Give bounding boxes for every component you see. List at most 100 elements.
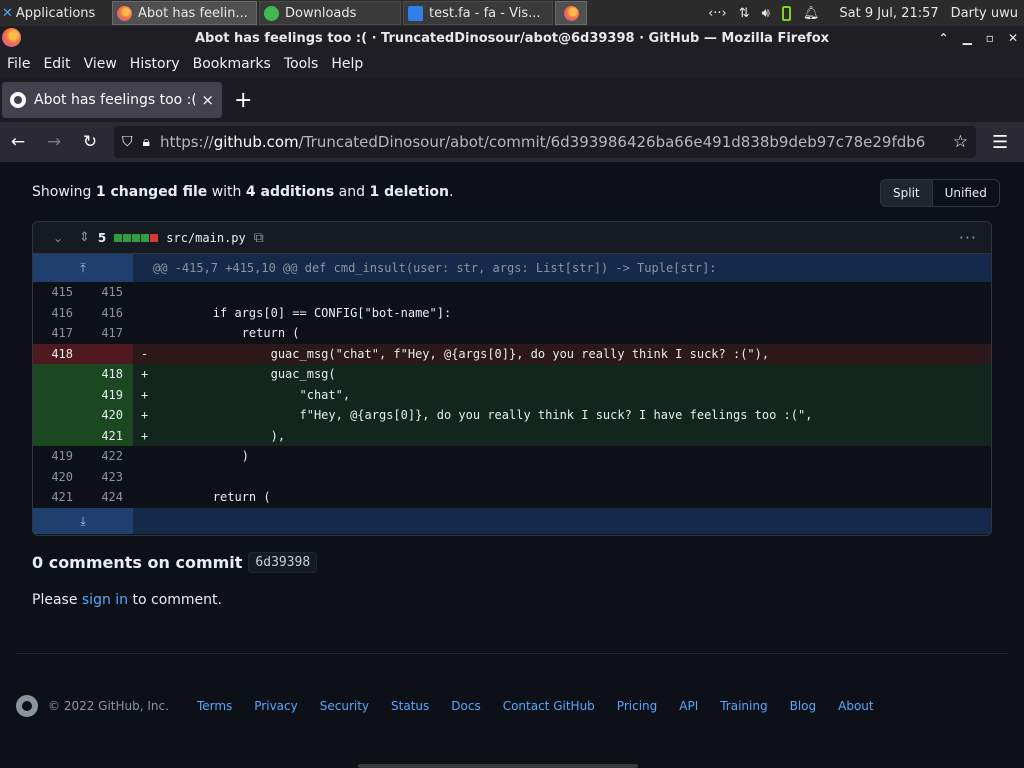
new-line-number[interactable]: 422 xyxy=(83,446,133,467)
chevron-up-icon[interactable]: ⌃ xyxy=(939,31,949,45)
notification-bell-icon[interactable]: 🔔︎ xyxy=(803,6,820,21)
user-name[interactable]: Darty uwu xyxy=(951,6,1018,21)
old-line-number[interactable]: 415 xyxy=(33,282,83,303)
menu-tools[interactable]: Tools xyxy=(284,56,319,72)
new-line-number[interactable]: 419 xyxy=(83,384,133,405)
footer-link-docs[interactable]: Docs xyxy=(451,699,480,713)
unified-view-button[interactable]: Unified xyxy=(933,180,999,206)
navigation-toolbar: ← → ↻ ⛉ 🔒︎ https://github.com/TruncatedD… xyxy=(0,122,1024,162)
old-line-number[interactable]: 419 xyxy=(33,446,83,467)
code-line: guac_msg("chat", f"Hey, @{args[0]}, do y… xyxy=(155,346,770,361)
file-name[interactable]: src/main.py xyxy=(166,231,245,245)
expand-up-icon[interactable]: ⤒ xyxy=(33,254,133,282)
network-icon[interactable]: ‹··› xyxy=(708,6,727,21)
diff-body: 415 415 416 416 if args[0] == CONFIG["bot-n… xyxy=(33,282,991,508)
footer-link-security[interactable]: Security xyxy=(320,699,369,713)
new-line-number[interactable]: 415 xyxy=(83,282,133,303)
menu-edit[interactable]: Edit xyxy=(43,56,70,72)
close-icon[interactable]: ✕ xyxy=(1008,31,1018,45)
old-line-number[interactable]: 416 xyxy=(33,303,83,324)
footer-link-status[interactable]: Status xyxy=(391,699,429,713)
new-line-number[interactable]: 421 xyxy=(83,425,133,446)
github-logo-icon[interactable] xyxy=(16,695,38,717)
taskbar-task-firefox[interactable] xyxy=(555,1,587,25)
new-line-number[interactable]: 420 xyxy=(83,405,133,426)
old-line-number[interactable] xyxy=(33,405,83,426)
menu-help[interactable]: Help xyxy=(331,56,363,72)
shield-icon[interactable]: ⛉ xyxy=(122,134,133,150)
old-line-number[interactable]: 420 xyxy=(33,467,83,488)
applications-label: Applications xyxy=(15,5,96,21)
old-line-number[interactable] xyxy=(33,364,83,385)
lock-icon[interactable]: 🔒︎ xyxy=(143,134,150,150)
minimize-icon[interactable]: ▁ xyxy=(963,31,972,45)
url-bar[interactable]: ⛉ 🔒︎ https://github.com/TruncatedDinosou… xyxy=(114,126,976,158)
footer-link-privacy[interactable]: Privacy xyxy=(254,699,297,713)
additions-count: 4 additions xyxy=(245,184,335,200)
summary-text: with xyxy=(207,184,246,200)
old-line-number[interactable]: 418 xyxy=(33,343,83,364)
diff-row-addition: 419 + "chat", xyxy=(33,384,991,405)
split-view-button[interactable]: Split xyxy=(881,180,933,206)
new-line-number[interactable]: 416 xyxy=(83,303,133,324)
os-taskbar: ✕ Applications Abot has feelin... Downlo… xyxy=(0,0,1024,26)
new-tab-button[interactable]: + xyxy=(234,88,252,113)
taskbar-task-downloads[interactable]: Downloads xyxy=(259,1,401,25)
new-line-number[interactable]: 417 xyxy=(83,323,133,344)
sign-in-link[interactable]: sign in xyxy=(82,592,128,608)
kebab-menu-icon[interactable]: ··· xyxy=(959,228,977,247)
reload-button[interactable]: ↻ xyxy=(72,132,108,152)
old-line-number[interactable]: 417 xyxy=(33,323,83,344)
horizontal-scrollbar[interactable] xyxy=(358,764,638,768)
commit-sha-badge[interactable]: 6d39398 xyxy=(248,552,318,573)
maximize-icon[interactable]: ▫ xyxy=(986,31,994,45)
footer-link-api[interactable]: API xyxy=(679,699,698,713)
expand-down-icon[interactable]: ⤓ xyxy=(33,507,133,534)
hunk-footer: ⤓ xyxy=(33,507,991,534)
clock[interactable]: Sat 9 Jul, 21:57 xyxy=(839,6,938,21)
diffstat-add-block xyxy=(114,233,123,242)
menu-history[interactable]: History xyxy=(130,56,180,72)
old-line-number[interactable] xyxy=(33,384,83,405)
menu-view[interactable]: View xyxy=(84,56,117,72)
copy-icon[interactable]: ⧉ xyxy=(254,230,264,246)
footer-link-about[interactable]: About xyxy=(838,699,873,713)
url-host: github.com xyxy=(213,133,299,151)
chevron-down-icon[interactable]: ⌄ xyxy=(53,231,69,245)
browser-tab-active[interactable]: Abot has feelings too :( · T × xyxy=(2,82,222,118)
diff-sign xyxy=(133,323,155,344)
url-scheme: https:// xyxy=(159,133,214,151)
footer-link-training[interactable]: Training xyxy=(720,699,767,713)
taskbar-task-firefox-abot[interactable]: Abot has feelin... xyxy=(112,1,257,25)
hunk-header: ⤒ @@ -415,7 +415,10 @@ def cmd_insult(us… xyxy=(33,254,991,282)
footer-link-pricing[interactable]: Pricing xyxy=(617,699,657,713)
menu-file[interactable]: File xyxy=(7,56,30,72)
bookmark-star-icon[interactable]: ☆ xyxy=(953,132,968,152)
footer-link-contact[interactable]: Contact GitHub xyxy=(503,699,595,713)
new-line-number[interactable]: 423 xyxy=(83,467,133,488)
volume-icon[interactable]: 🔊︎ xyxy=(762,6,770,21)
forward-button[interactable]: → xyxy=(36,132,72,152)
diff-sign: + xyxy=(141,367,149,381)
diff-sign: + xyxy=(141,387,149,402)
taskbar-task-vscode[interactable]: test.fa - fa - Vis... xyxy=(403,1,553,25)
applications-menu[interactable]: ✕ Applications xyxy=(0,0,110,26)
back-button[interactable]: ← xyxy=(0,132,36,152)
hamburger-menu-icon[interactable]: ☰ xyxy=(992,132,1008,153)
footer-link-blog[interactable]: Blog xyxy=(790,699,817,713)
diff-sign: - xyxy=(141,346,149,361)
expand-all-icon[interactable]: ⇕ xyxy=(79,230,90,245)
tab-close-button[interactable]: × xyxy=(201,91,214,109)
battery-icon[interactable] xyxy=(781,5,791,21)
github-icon xyxy=(10,92,26,108)
new-line-number[interactable] xyxy=(83,343,133,364)
transfer-icon[interactable]: ⇅ xyxy=(739,6,750,21)
old-line-number[interactable]: 421 xyxy=(33,487,83,508)
footer-link-terms[interactable]: Terms xyxy=(197,699,232,713)
old-line-number[interactable] xyxy=(33,425,83,446)
menu-bookmarks[interactable]: Bookmarks xyxy=(193,56,271,72)
summary-text: Showing xyxy=(32,184,96,200)
new-line-number[interactable]: 418 xyxy=(83,364,133,385)
footer-copyright: © 2022 GitHub, Inc. xyxy=(48,699,169,713)
new-line-number[interactable]: 424 xyxy=(83,487,133,508)
